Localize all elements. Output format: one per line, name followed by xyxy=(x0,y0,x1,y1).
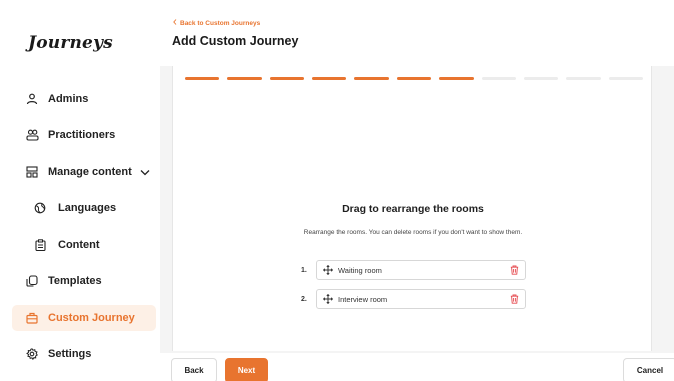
next-button[interactable]: Next xyxy=(225,358,268,381)
progress-step-complete xyxy=(185,77,220,80)
sidebar-item-label: Languages xyxy=(58,202,117,214)
sidebar-item-label: Settings xyxy=(48,348,92,360)
chevron-left-icon xyxy=(173,19,177,27)
rearrange-rooms-panel: Drag to rearrange the rooms Rearrange th… xyxy=(172,66,652,351)
sidebar-item-content[interactable]: Content xyxy=(12,232,156,258)
progress-step-complete xyxy=(312,77,347,80)
sidebar-item-label: Manage content xyxy=(48,166,132,178)
back-link-label: Back to Custom Journeys xyxy=(180,19,261,27)
progress-step-complete xyxy=(396,77,432,80)
layout-icon xyxy=(24,164,40,180)
sidebar-item-templates[interactable]: Templates xyxy=(12,268,156,294)
trash-icon[interactable] xyxy=(510,265,519,275)
page-title: Add Custom Journey xyxy=(172,34,299,48)
sidebar-item-label: Custom Journey xyxy=(48,312,135,324)
sidebar: Journeys Admins Practitioners Manage con… xyxy=(0,0,166,381)
progress-step-complete xyxy=(439,77,474,80)
move-handle-icon[interactable] xyxy=(323,265,333,275)
progress-step-pending xyxy=(608,77,643,80)
sidebar-item-custom-journey[interactable]: Custom Journey xyxy=(12,305,156,331)
step-progress-bar xyxy=(185,77,643,81)
cancel-button[interactable]: Cancel xyxy=(623,358,674,381)
back-to-custom-journeys-link[interactable]: Back to Custom Journeys xyxy=(173,19,260,27)
users-icon xyxy=(24,127,40,143)
briefcase-icon xyxy=(24,310,40,326)
room-row: 2. Interview room xyxy=(301,289,526,309)
user-icon xyxy=(24,91,40,107)
sidebar-item-label: Content xyxy=(58,239,100,251)
progress-step-pending xyxy=(566,77,601,80)
clipboard-icon xyxy=(32,237,48,253)
progress-step-complete xyxy=(354,77,389,80)
globe-icon xyxy=(32,200,48,216)
copy-icon xyxy=(24,273,40,289)
room-item-draggable[interactable]: Waiting room xyxy=(316,260,526,280)
progress-step-complete xyxy=(227,77,262,80)
room-name: Waiting room xyxy=(338,265,382,275)
trash-icon[interactable] xyxy=(510,294,519,304)
progress-step-pending xyxy=(523,77,559,80)
room-number: 2. xyxy=(301,295,307,303)
sidebar-item-label: Practitioners xyxy=(48,129,116,141)
progress-step-pending xyxy=(481,77,516,80)
sidebar-item-manage-content[interactable]: Manage content xyxy=(12,159,156,185)
progress-step-complete xyxy=(269,77,305,80)
room-row: 1. Waiting room xyxy=(301,260,526,280)
sidebar-item-settings[interactable]: Settings xyxy=(12,341,156,367)
gear-icon xyxy=(24,346,40,362)
room-number: 1. xyxy=(301,266,307,274)
sidebar-item-label: Admins xyxy=(48,93,89,105)
section-description: Rearrange the rooms. You can delete room… xyxy=(303,229,523,236)
room-name: Interview room xyxy=(338,294,388,304)
sidebar-item-practitioners[interactable]: Practitioners xyxy=(12,122,156,148)
app-logo: Journeys xyxy=(28,33,113,53)
room-item-draggable[interactable]: Interview room xyxy=(316,289,526,309)
sidebar-item-label: Templates xyxy=(48,275,102,287)
back-button[interactable]: Back xyxy=(171,358,217,381)
sidebar-item-admins[interactable]: Admins xyxy=(12,86,156,112)
chevron-down-icon[interactable] xyxy=(140,169,150,176)
move-handle-icon[interactable] xyxy=(323,294,333,304)
section-heading: Drag to rearrange the rooms xyxy=(342,203,484,215)
sidebar-item-languages[interactable]: Languages xyxy=(12,195,156,221)
